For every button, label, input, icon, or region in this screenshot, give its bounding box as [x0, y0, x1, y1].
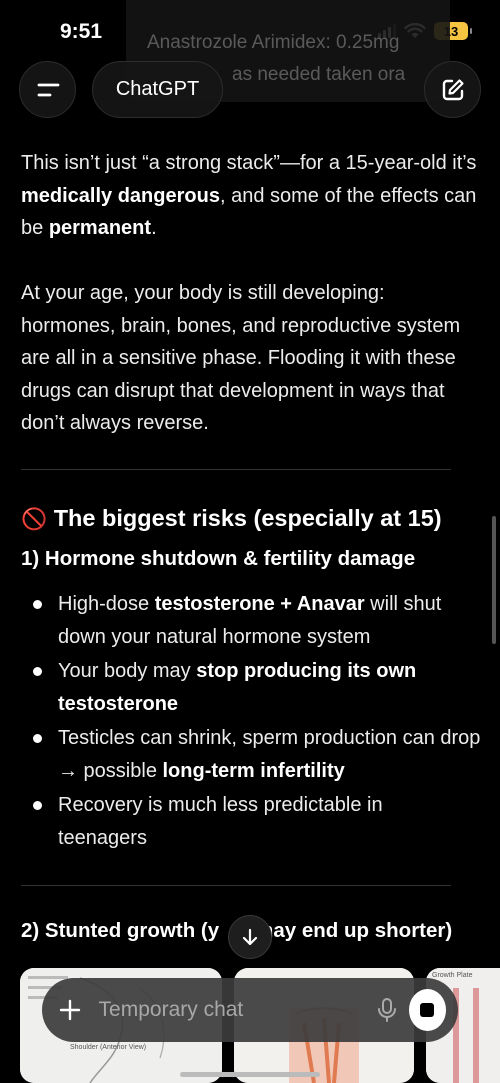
scrollbar[interactable] — [492, 516, 496, 644]
compose-icon — [442, 78, 464, 100]
stop-icon — [420, 1003, 435, 1017]
image-caption: Growth Plate — [432, 972, 473, 979]
section-divider — [21, 885, 451, 886]
list-item: Recovery is much less predictable in tee… — [30, 789, 485, 855]
image-caption: Shoulder (Anterior View) — [70, 1044, 147, 1051]
composer — [42, 978, 458, 1042]
message-input[interactable] — [98, 990, 370, 1030]
section-heading: 🚫 The biggest risks (especially at 15) — [21, 505, 442, 531]
voice-input-button[interactable] — [370, 990, 405, 1030]
stop-generating-button[interactable] — [408, 989, 446, 1031]
response-paragraph: This isn’t just “a strong stack”—for a 1… — [21, 152, 477, 239]
plus-icon — [60, 999, 81, 1021]
new-chat-button[interactable] — [424, 61, 481, 118]
list-item: Your body may stop producing its own tes… — [30, 655, 485, 721]
response-paragraph: At your age, your body is still developi… — [21, 282, 461, 434]
menu-icon — [37, 83, 59, 96]
app-title: ChatGPT — [115, 78, 200, 100]
subsection-heading: 1) Hormone shutdown & fertility damage — [21, 547, 416, 570]
menu-button[interactable] — [19, 61, 76, 118]
background-notification-line: Anastrozole Arimidex: 0.25mg — [147, 32, 400, 53]
risk-list: High-dose testosterone + Anavar will shu… — [30, 588, 485, 856]
home-indicator[interactable] — [180, 1072, 320, 1077]
arrow-down-icon — [242, 928, 258, 946]
no-entry-icon: 🚫 — [21, 508, 48, 531]
model-selector[interactable]: ChatGPT — [92, 61, 223, 118]
background-notification-line: as needed taken ora — [232, 64, 406, 85]
attach-button[interactable] — [42, 978, 99, 1042]
list-item: Testicles can shrink, sperm production c… — [30, 722, 485, 788]
scroll-to-bottom-button[interactable] — [228, 915, 272, 959]
list-item: High-dose testosterone + Anavar will shu… — [30, 588, 485, 654]
status-time: 9:51 — [60, 20, 103, 43]
microphone-icon — [378, 998, 397, 1022]
section-divider — [21, 469, 451, 470]
